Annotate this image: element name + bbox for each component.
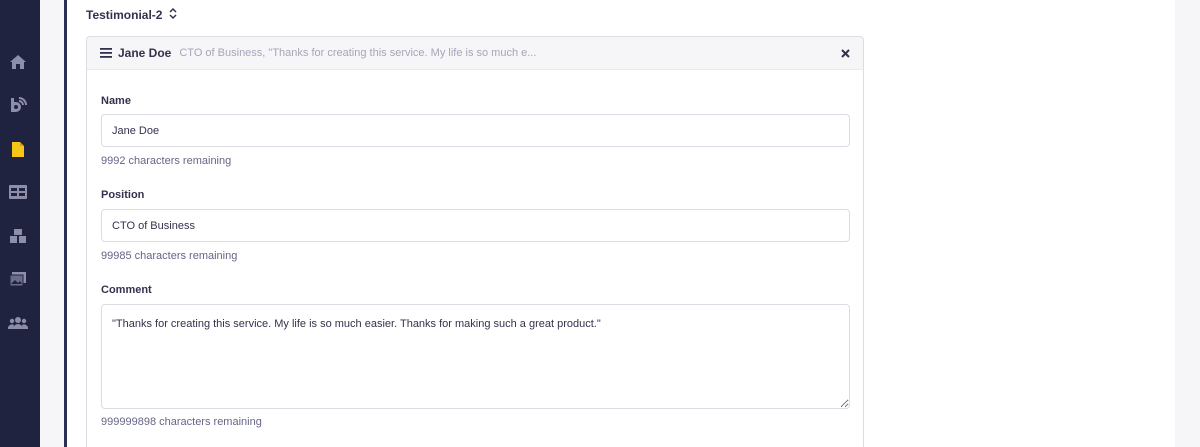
position-input[interactable] [101,209,850,242]
component-title-label: Testimonial-2 [86,8,163,22]
blog-icon[interactable] [8,95,28,115]
testimonial-card: Jane Doe CTO of Business, "Thanks for cr… [86,36,864,447]
name-hint: 9992 characters remaining [101,155,232,167]
comment-hint: 999999898 characters remaining [101,416,262,428]
name-input[interactable] [101,114,850,147]
document-icon[interactable] [8,139,28,159]
comment-textarea[interactable]: "Thanks for creating this service. My li… [101,304,850,409]
users-icon[interactable] [8,313,28,333]
card-header-name: Jane Doe [118,46,172,60]
position-hint: 99985 characters remaining [101,250,238,262]
drag-handle-icon[interactable] [100,47,113,59]
component-title[interactable]: Testimonial-2 [86,7,177,23]
home-icon[interactable] [8,52,28,72]
position-label: Position [101,189,145,201]
carret-sort-icon[interactable] [169,7,177,23]
media-icon[interactable] [8,269,28,289]
cubes-icon[interactable] [8,226,28,246]
card-header[interactable]: Jane Doe CTO of Business, "Thanks for cr… [87,37,863,70]
comment-label: Comment [101,284,152,296]
sidebar [0,0,40,447]
panel-border [64,0,67,447]
layout-icon[interactable] [8,182,28,202]
close-icon[interactable] [840,48,851,59]
name-label: Name [101,95,131,107]
right-gutter [1175,0,1200,447]
card-header-summary: CTO of Business, "Thanks for creating th… [179,47,537,59]
